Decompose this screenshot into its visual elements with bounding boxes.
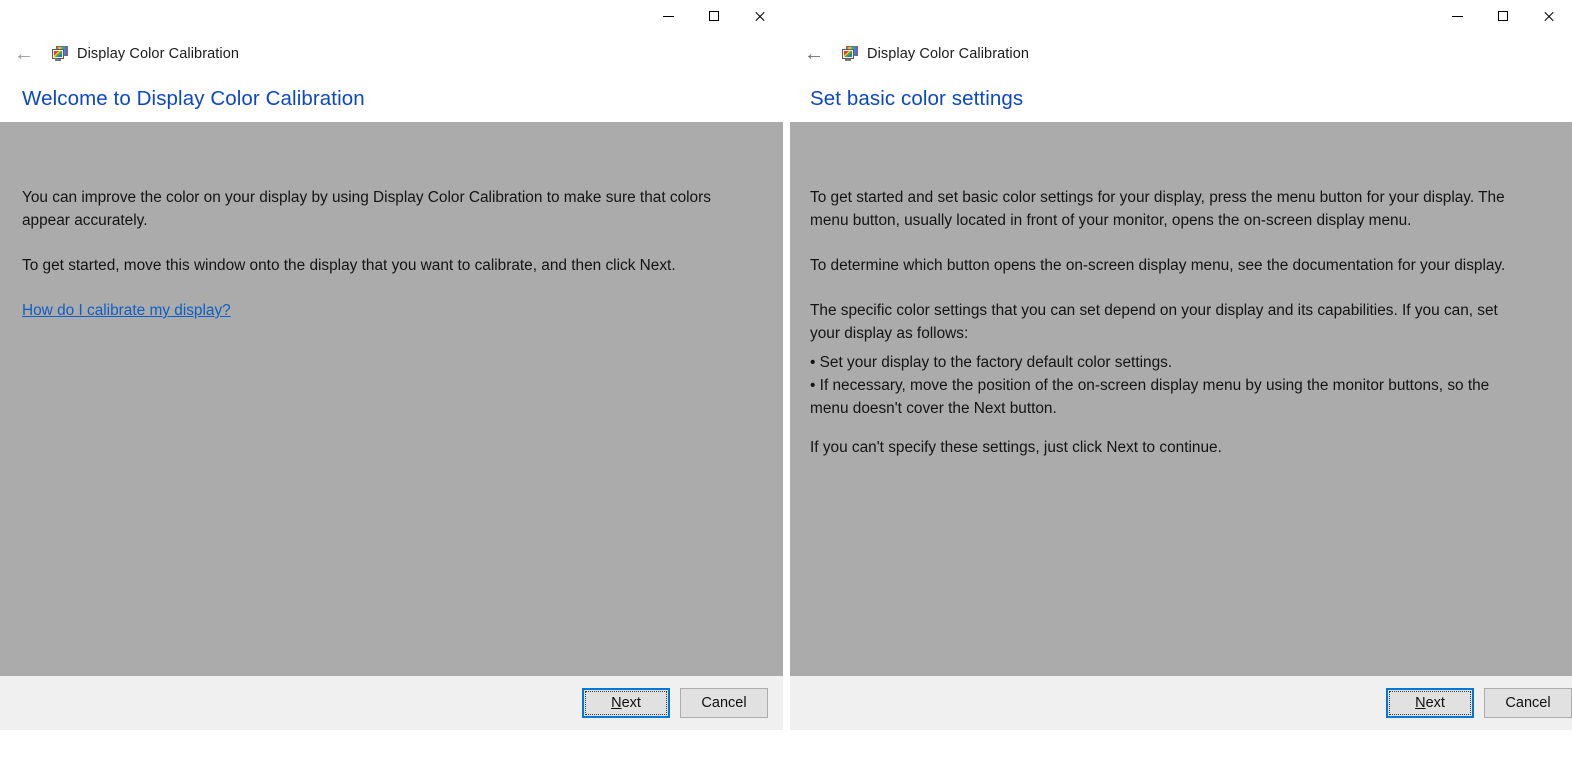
close-icon [1543,10,1555,22]
next-button[interactable]: Next [582,688,670,718]
cancel-button[interactable]: Cancel [680,688,768,718]
settings-bullet-list: • Set your display to the factory defaul… [810,354,1490,417]
cancel-button-label: Cancel [701,695,747,711]
minimize-icon [662,15,674,17]
documentation-paragraph: To determine which button opens the on-s… [810,257,1506,274]
window-display-color-calibration-welcome: ← Display Color Calibration Welcome to D… [0,0,783,766]
caption-button-group [645,0,783,32]
help-link-calibrate-display[interactable]: How do I calibrate my display? [22,299,231,322]
desktop-screen: ← Display Color Calibration Welcome to D… [0,0,1572,766]
instruction-paragraph: To get started, move this window onto th… [22,257,676,274]
app-nav-bar: ← Display Color Calibration [0,32,783,76]
next-button-label: ext [621,695,641,711]
display-color-calibration-icon [52,46,68,62]
close-button[interactable] [1526,0,1572,32]
window-display-color-calibration-basic-settings: ← Display Color Calibration Set basic co… [790,0,1572,766]
calibration-content-pane: To get started and set basic color setti… [790,122,1572,676]
next-button-label: ext [1425,695,1445,711]
close-icon [754,10,766,22]
next-button-accelerator: N [1415,695,1426,711]
back-arrow-icon[interactable]: ← [10,40,38,68]
app-title: Display Color Calibration [867,46,1030,62]
capabilities-paragraph: The specific color settings that you can… [810,302,1498,342]
maximize-icon [1498,11,1508,21]
close-button[interactable] [737,0,783,32]
page-title: Set basic color settings [790,76,1572,122]
next-button[interactable]: Next [1386,688,1474,718]
intro-paragraph: You can improve the color on your displa… [22,189,711,229]
display-color-calibration-icon [842,46,858,62]
app-title: Display Color Calibration [77,46,240,62]
app-nav-bar: ← Display Color Calibration [790,32,1572,76]
maximize-button[interactable] [691,0,737,32]
caption-button-group [1434,0,1572,32]
intro-paragraph: To get started and set basic color setti… [810,189,1505,229]
minimize-button[interactable] [645,0,691,32]
title-bar[interactable] [0,0,783,32]
cancel-button[interactable]: Cancel [1484,688,1572,718]
back-arrow-icon[interactable]: ← [800,40,828,68]
cancel-button-label: Cancel [1505,695,1551,711]
minimize-icon [1451,15,1463,17]
maximize-icon [709,11,719,21]
next-button-accelerator: N [611,695,622,711]
dialog-footer: Next Cancel [0,676,783,730]
minimize-button[interactable] [1434,0,1480,32]
closing-paragraph: If you can't specify these settings, jus… [810,439,1222,456]
page-title: Welcome to Display Color Calibration [0,76,783,122]
calibration-content-pane: You can improve the color on your displa… [0,122,783,676]
maximize-button[interactable] [1480,0,1526,32]
dialog-footer: Next Cancel [790,676,1572,730]
title-bar[interactable] [790,0,1572,32]
